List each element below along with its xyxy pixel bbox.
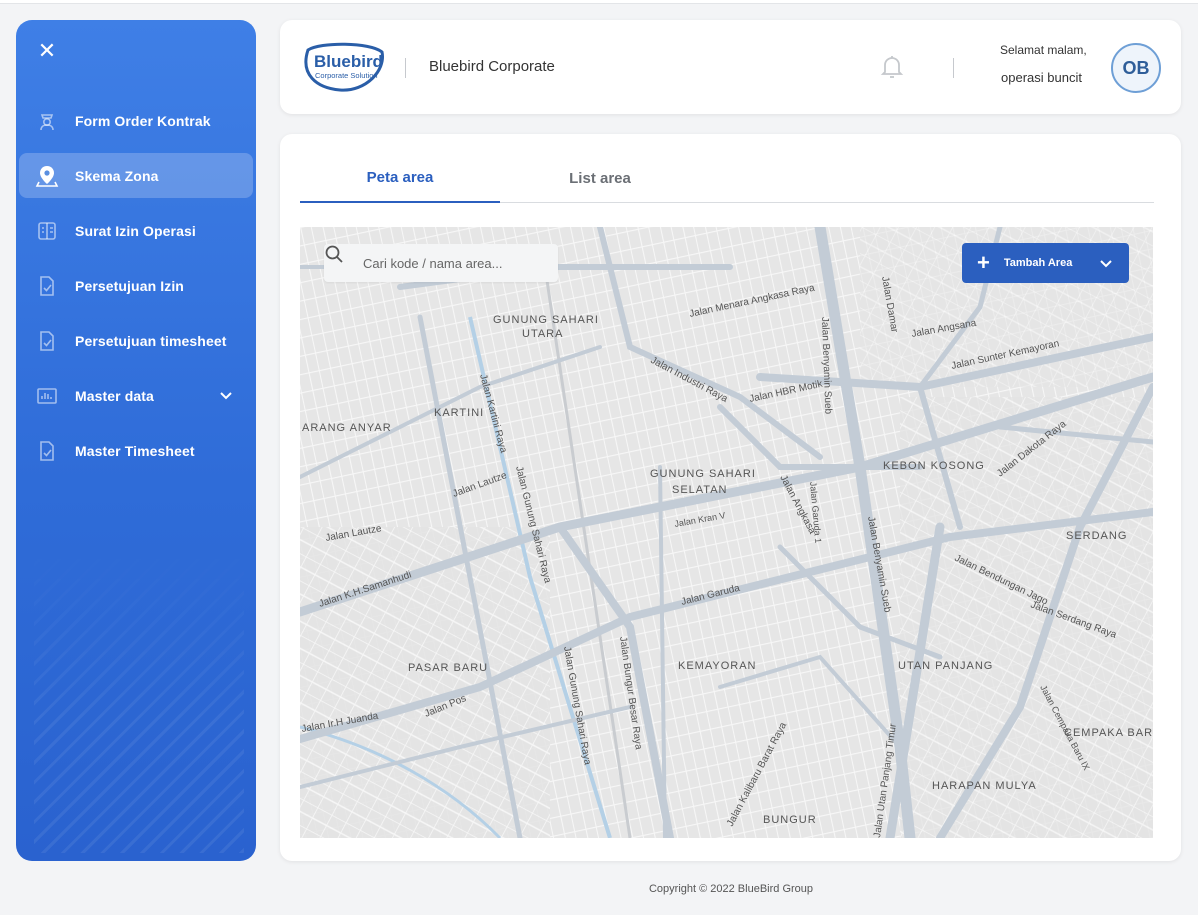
svg-text:Bluebird: Bluebird bbox=[314, 52, 383, 71]
sidebar-item-label: Persetujuan timesheet bbox=[75, 332, 227, 349]
sidebar-item-master-timesheet[interactable]: Master Timesheet bbox=[19, 428, 253, 473]
map-label: KEBON KOSONG bbox=[883, 460, 985, 472]
header-divider bbox=[953, 58, 954, 78]
search-input[interactable] bbox=[363, 255, 543, 271]
map-label: UTAN PANJANG bbox=[898, 660, 993, 672]
sidebar-item-persetujuan-timesheet[interactable]: Persetujuan timesheet bbox=[19, 318, 253, 363]
add-area-button[interactable]: + Tambah Area bbox=[962, 243, 1129, 283]
search-icon bbox=[325, 245, 354, 273]
map-label: GUNUNG SAHARI bbox=[650, 468, 756, 480]
main-card: Peta area List area GUNUNG SAHARI UTARA … bbox=[280, 134, 1181, 861]
top-edge bbox=[0, 0, 1198, 4]
tab-bar: Peta area List area bbox=[300, 154, 1154, 203]
plus-icon: + bbox=[977, 250, 990, 275]
map-label: GUNUNG SAHARI bbox=[493, 314, 599, 326]
tab-peta-area[interactable]: Peta area bbox=[300, 154, 500, 203]
map-pin-icon bbox=[35, 164, 59, 188]
map-label: UTARA bbox=[522, 328, 563, 340]
sidebar-item-label: Form Order Kontrak bbox=[75, 112, 211, 129]
map-label: KARTINI bbox=[434, 407, 484, 419]
username: operasi buncit bbox=[1001, 70, 1082, 85]
map-label: HARAPAN MULYA bbox=[932, 780, 1037, 792]
footer-copyright: Copyright © 2022 BlueBird Group bbox=[648, 883, 814, 895]
sidebar-item-label: Master Timesheet bbox=[75, 442, 195, 459]
sidebar-item-label: Surat Izin Operasi bbox=[75, 222, 196, 239]
bell-icon[interactable] bbox=[880, 54, 904, 80]
add-area-label: Tambah Area bbox=[1003, 257, 1073, 269]
chart-icon bbox=[35, 384, 59, 408]
map-label: SERDANG bbox=[1066, 530, 1127, 542]
document-check-icon bbox=[35, 439, 59, 463]
sidebar-item-label: Skema Zona bbox=[75, 167, 159, 184]
sidebar-decorative-pattern bbox=[34, 543, 244, 853]
sidebar-item-label: Persetujuan Izin bbox=[75, 277, 184, 294]
map-label: BUNGUR bbox=[763, 814, 817, 826]
header-divider bbox=[405, 58, 406, 78]
chevron-down-icon[interactable] bbox=[219, 388, 233, 402]
close-icon[interactable]: ✕ bbox=[36, 40, 58, 62]
driver-icon bbox=[35, 109, 59, 133]
chevron-down-icon[interactable] bbox=[1099, 256, 1113, 270]
sidebar-item-master-data[interactable]: Master data bbox=[19, 373, 253, 418]
map-label: KEMAYORAN bbox=[678, 660, 756, 672]
tab-list-area[interactable]: List area bbox=[500, 154, 700, 203]
map-label: CEMPAKA BARU bbox=[1064, 727, 1153, 739]
svg-text:Corporate Solution: Corporate Solution bbox=[315, 71, 378, 80]
avatar[interactable]: OB bbox=[1111, 43, 1161, 93]
document-check-icon bbox=[35, 329, 59, 353]
map-label: PASAR BARU bbox=[408, 662, 488, 674]
bluebird-logo[interactable]: Bluebird Corporate Solution bbox=[300, 40, 386, 94]
sidebar: ✕ Form Order Kontrak Skema Zona Surat Iz… bbox=[16, 20, 256, 861]
greeting-text: Selamat malam, bbox=[1000, 43, 1087, 57]
map-label: SELATAN bbox=[672, 484, 728, 496]
map-canvas: GUNUNG SAHARI UTARA KARTINI ARANG ANYAR … bbox=[300, 227, 1153, 838]
map-label: ARANG ANYAR bbox=[302, 422, 392, 434]
sidebar-item-surat-izin-operasi[interactable]: Surat Izin Operasi bbox=[19, 208, 253, 253]
sidebar-item-label: Master data bbox=[75, 387, 154, 404]
sidebar-item-form-order-kontrak[interactable]: Form Order Kontrak bbox=[19, 98, 253, 143]
company-name: Bluebird Corporate bbox=[429, 58, 555, 75]
map-view[interactable]: GUNUNG SAHARI UTARA KARTINI ARANG ANYAR … bbox=[300, 227, 1153, 838]
sidebar-item-persetujuan-izin[interactable]: Persetujuan Izin bbox=[19, 263, 253, 308]
area-search bbox=[324, 244, 558, 282]
document-check-icon bbox=[35, 274, 59, 298]
top-header: Bluebird Corporate Solution Bluebird Cor… bbox=[280, 20, 1181, 114]
sidebar-menu: Form Order Kontrak Skema Zona Surat Izin… bbox=[19, 98, 253, 483]
document-icon bbox=[35, 219, 59, 243]
sidebar-item-skema-zona[interactable]: Skema Zona bbox=[19, 153, 253, 198]
